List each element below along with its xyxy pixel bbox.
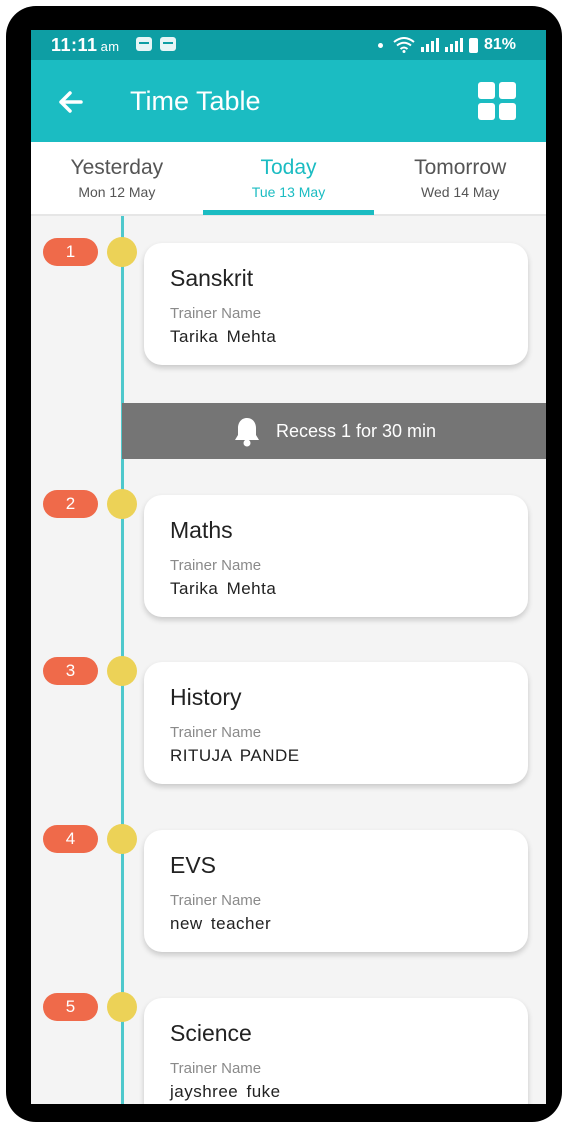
period-card[interactable]: Science Trainer Name jayshree fuke — [144, 998, 528, 1104]
period-badge: 2 — [43, 490, 98, 518]
signal-icon — [420, 38, 439, 52]
period-badge: 5 — [43, 993, 98, 1021]
subject-name: Maths — [170, 517, 233, 543]
period-card[interactable]: History Trainer Name RITUJA PANDE — [144, 662, 528, 784]
notification-icons — [136, 37, 176, 51]
timeline-dot — [107, 237, 137, 267]
page-title: Time Table — [130, 86, 261, 116]
period-badge: 3 — [43, 657, 98, 685]
recess-text: Recess 1 for 30 min — [275, 420, 437, 441]
timetable-timeline: 1 Sanskrit Trainer Name Tarika Mehta Rec… — [31, 216, 546, 1104]
status-ampm: am — [100, 39, 120, 54]
grid-icon-cell — [499, 82, 516, 99]
dot-icon — [377, 42, 383, 48]
trainer-label: Trainer Name — [170, 892, 262, 909]
gallery-icon — [136, 37, 152, 51]
timeline-dot — [107, 489, 137, 519]
trainer-name: new teacher — [170, 914, 272, 933]
screen: 11:11 am 81% Time Table Yesterday Mon 12… — [31, 30, 546, 1104]
battery-percent: 81% — [483, 36, 516, 53]
period-badge: 4 — [43, 825, 98, 853]
wifi-icon — [393, 37, 415, 53]
day-tabs: Yesterday Mon 12 May Today Tue 13 May To… — [31, 142, 546, 216]
period-card[interactable]: Sanskrit Trainer Name Tarika Mehta — [144, 243, 528, 365]
tab-date-label: Wed 14 May — [421, 184, 500, 200]
tab-today[interactable]: Today Tue 13 May — [202, 142, 375, 215]
trainer-name: Tarika Mehta — [170, 579, 277, 598]
subject-name: EVS — [170, 852, 217, 878]
trainer-label: Trainer Name — [170, 1060, 262, 1077]
app-bar: Time Table — [31, 60, 546, 142]
period-badge: 1 — [43, 238, 98, 266]
trainer-label: Trainer Name — [170, 724, 262, 741]
grid-icon — [478, 82, 495, 99]
period-card[interactable]: Maths Trainer Name Tarika Mehta — [144, 495, 528, 617]
tab-tomorrow[interactable]: Tomorrow Wed 14 May — [374, 142, 546, 214]
timeline-dot — [107, 824, 137, 854]
timeline-dot — [107, 992, 137, 1022]
status-right: 81% — [377, 36, 516, 54]
subject-name: Science — [170, 1020, 252, 1046]
period-card[interactable]: EVS Trainer Name new teacher — [144, 830, 528, 952]
battery-icon — [468, 37, 478, 53]
phone-frame: 11:11 am 81% Time Table Yesterday Mon 12… — [6, 6, 562, 1122]
recess-banner: Recess 1 for 30 min — [122, 403, 546, 459]
trainer-name: jayshree fuke — [170, 1082, 281, 1101]
subject-name: Sanskrit — [170, 265, 254, 291]
timeline-dot — [107, 656, 137, 686]
subject-name: History — [170, 684, 242, 710]
back-button[interactable] — [51, 82, 91, 122]
signal-2-icon — [444, 38, 463, 52]
trainer-label: Trainer Name — [170, 305, 262, 322]
status-time-value: 11:11 — [51, 35, 98, 55]
arrow-left-icon — [59, 91, 83, 113]
bell-icon — [234, 418, 259, 447]
tab-yesterday[interactable]: Yesterday Mon 12 May — [31, 142, 203, 214]
tab-date-label: Mon 12 May — [78, 184, 156, 200]
message-icon — [160, 37, 176, 51]
trainer-name: RITUJA PANDE — [170, 746, 300, 765]
tab-date-label: Tue 13 May — [251, 184, 326, 200]
tab-day-label: Yesterday — [70, 156, 164, 179]
tab-day-label: Today — [260, 156, 317, 179]
grid-icon-cell — [499, 103, 516, 120]
trainer-name: Tarika Mehta — [170, 327, 277, 346]
status-bar: 11:11 am 81% — [31, 30, 546, 60]
trainer-label: Trainer Name — [170, 557, 262, 574]
grid-icon-cell — [478, 103, 495, 120]
grid-menu-button[interactable] — [478, 82, 516, 120]
status-time: 11:11 am — [51, 35, 120, 56]
tab-day-label: Tomorrow — [414, 156, 507, 179]
